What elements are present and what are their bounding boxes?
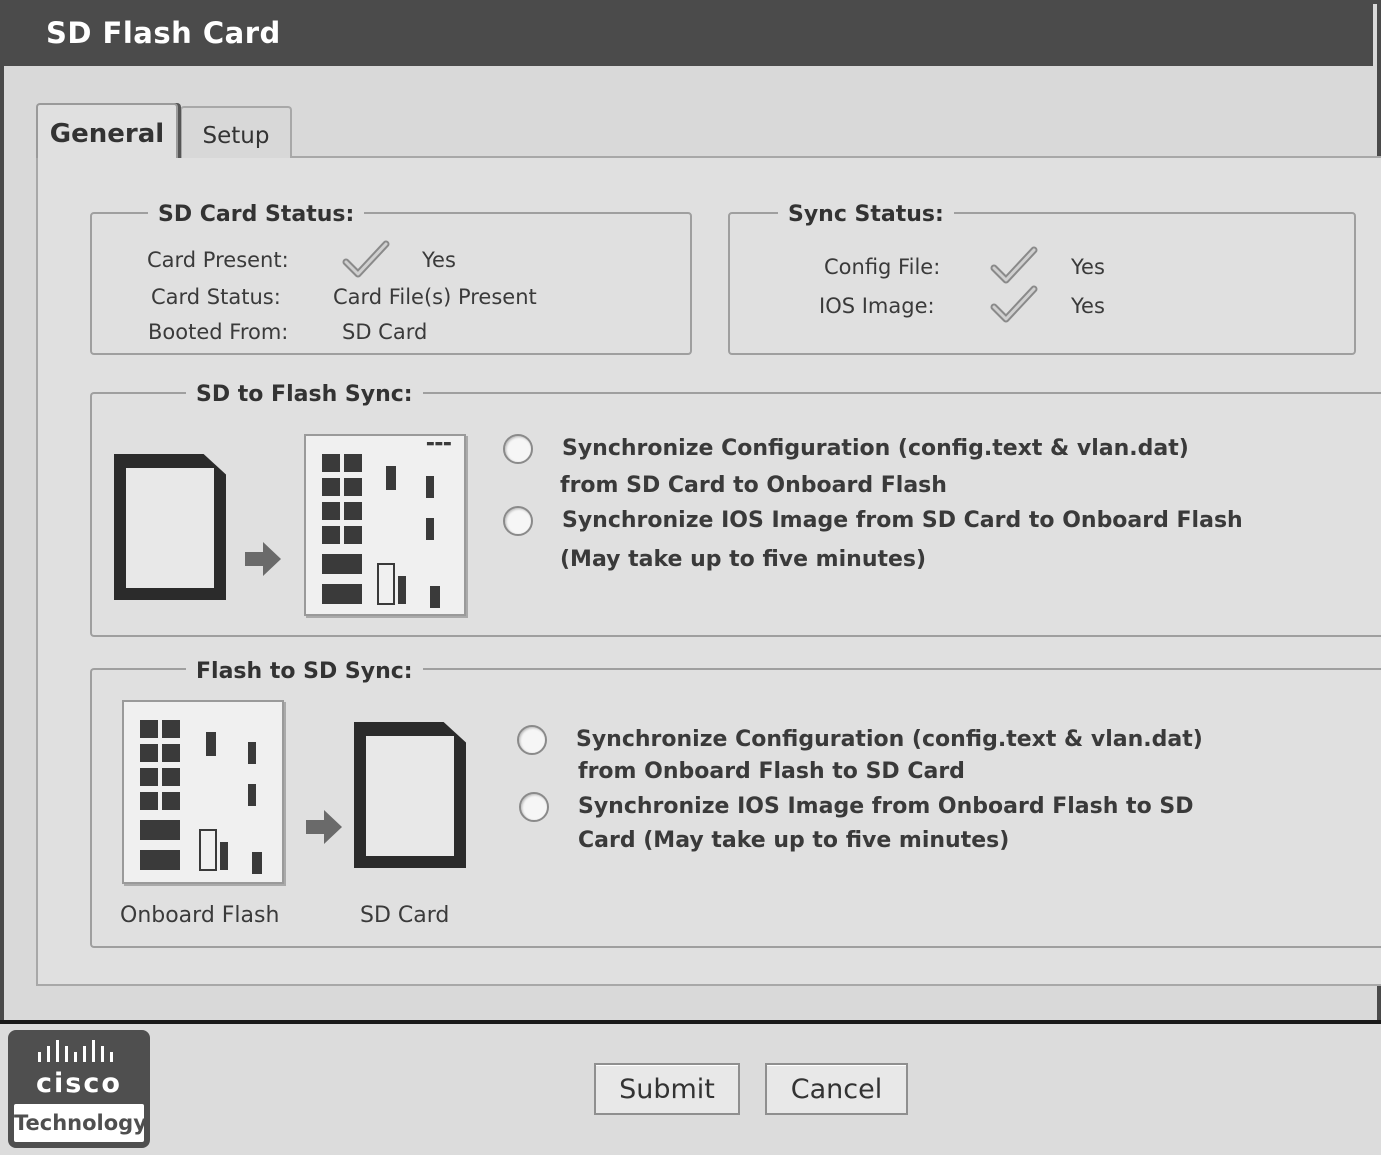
submit-button[interactable]: Submit	[594, 1063, 740, 1115]
cancel-button[interactable]: Cancel	[765, 1063, 908, 1115]
switch-board-image: ▬▬▬	[304, 434, 466, 616]
tab-general[interactable]: General	[36, 103, 178, 158]
ios-image-value: Yes	[1071, 294, 1105, 318]
sync-status-legend: Sync Status:	[778, 202, 954, 227]
arrow-right-icon	[306, 810, 342, 844]
sd-card-image	[354, 722, 466, 868]
card-present-label: Card Present:	[147, 248, 289, 272]
config-file-value: Yes	[1071, 255, 1105, 279]
check-icon	[990, 285, 1038, 323]
card-status-label: Card Status:	[151, 285, 281, 309]
booted-from-label: Booted From:	[148, 320, 289, 344]
sd-to-flash-ios-label-line2: (May take up to five minutes)	[560, 547, 927, 572]
cisco-logo: cisco Technology	[8, 1030, 150, 1148]
window-title: SD Flash Card	[46, 16, 281, 50]
sd-to-flash-legend: SD to Flash Sync:	[186, 382, 423, 407]
radio-sd-to-flash-config[interactable]	[503, 434, 533, 464]
title-bar: SD Flash Card	[0, 0, 1373, 66]
cisco-bars-icon	[38, 1040, 113, 1062]
sd-to-flash-config-label-line2: from SD Card to Onboard Flash	[560, 473, 947, 498]
sd-to-flash-ios-label-line1: Synchronize IOS Image from SD Card to On…	[562, 508, 1243, 533]
check-icon	[990, 246, 1038, 284]
sd-card-caption: SD Card	[360, 903, 450, 928]
onboard-flash-caption: Onboard Flash	[120, 903, 280, 928]
switch-board-image	[122, 700, 284, 884]
flash-to-sd-config-label-line1: Synchronize Configuration (config.text &…	[576, 727, 1203, 752]
card-status-value: Card File(s) Present	[333, 285, 537, 309]
flash-to-sd-legend: Flash to SD Sync:	[186, 659, 423, 684]
radio-sd-to-flash-ios[interactable]	[503, 506, 533, 536]
ios-image-label: IOS Image:	[819, 294, 935, 318]
flash-to-sd-ios-label-line2: Card (May take up to five minutes)	[578, 828, 1010, 853]
sd-to-flash-config-label-line1: Synchronize Configuration (config.text &…	[562, 436, 1189, 461]
flash-to-sd-ios-label-line1: Synchronize IOS Image from Onboard Flash…	[578, 794, 1194, 819]
card-present-value: Yes	[422, 248, 456, 272]
flash-to-sd-config-label-line2: from Onboard Flash to SD Card	[578, 759, 965, 784]
booted-from-value: SD Card	[342, 320, 428, 344]
sync-status-group	[728, 212, 1356, 355]
check-icon	[342, 240, 390, 278]
cisco-subtitle: Technology	[14, 1104, 147, 1142]
sd-card-status-legend: SD Card Status:	[148, 202, 365, 227]
config-file-label: Config File:	[824, 255, 941, 279]
sd-card-image	[114, 454, 226, 600]
tab-setup[interactable]: Setup	[180, 106, 292, 158]
cisco-wordmark: cisco	[36, 1068, 122, 1099]
radio-flash-to-sd-ios[interactable]	[519, 792, 549, 822]
tab-general-label: General	[49, 119, 165, 149]
svg-text:▬▬▬: ▬▬▬	[426, 439, 452, 449]
arrow-right-icon	[245, 542, 281, 576]
radio-flash-to-sd-config[interactable]	[517, 725, 547, 755]
tab-setup-label: Setup	[202, 123, 270, 149]
